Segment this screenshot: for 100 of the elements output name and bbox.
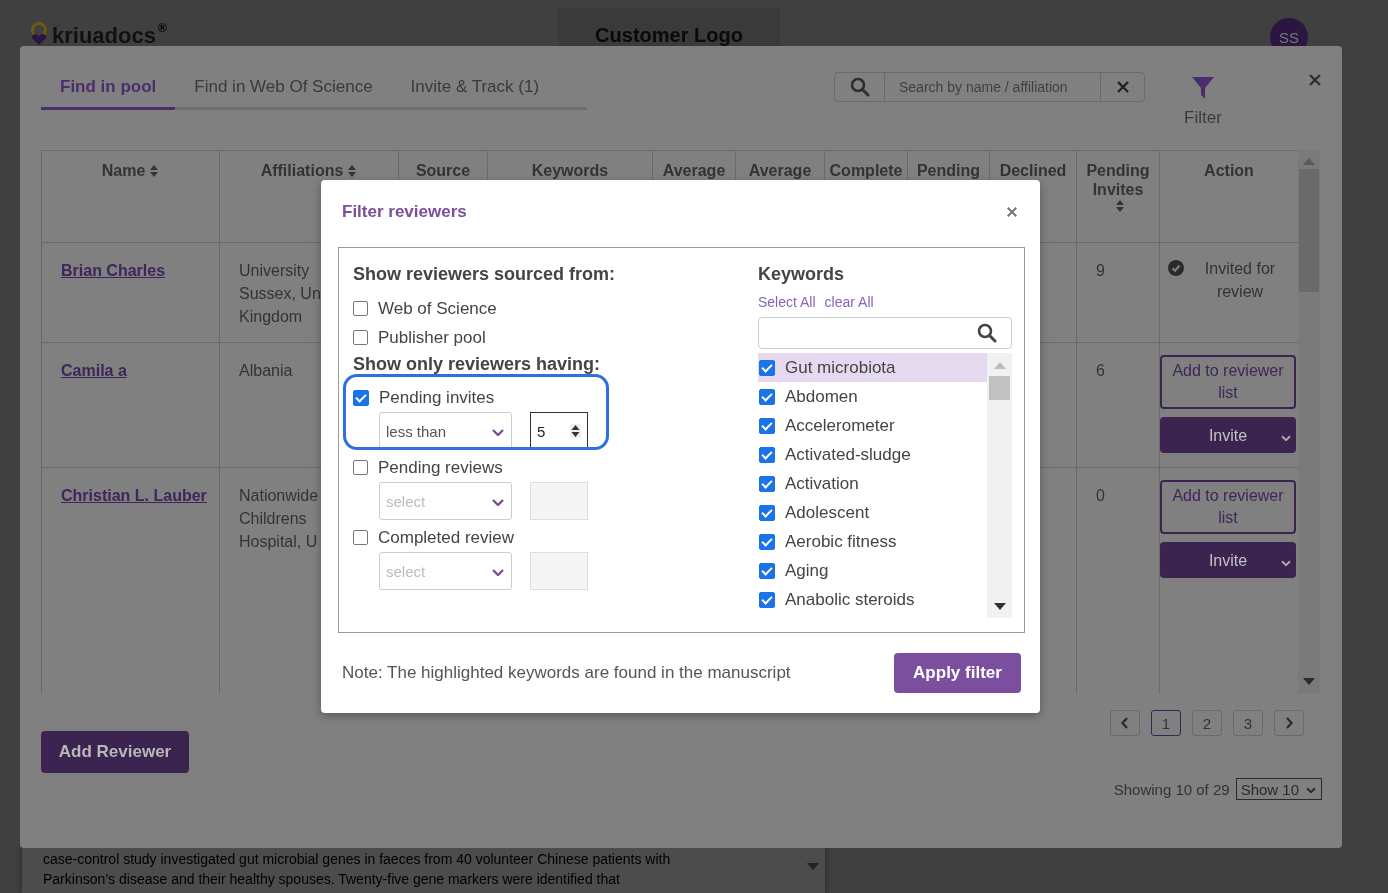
- chevron-down-icon[interactable]: [491, 566, 505, 576]
- close-icon[interactable]: [1006, 205, 1018, 218]
- checkbox[interactable]: [759, 446, 775, 463]
- logo-icon: [28, 22, 50, 46]
- checkbox[interactable]: [759, 359, 775, 376]
- caret-icon[interactable]: [1280, 558, 1292, 566]
- next-page-button[interactable]: [1274, 710, 1304, 736]
- reviewer-name-link[interactable]: Brian Charles: [61, 262, 166, 279]
- reviewer-name-link[interactable]: Christian L. Lauber: [61, 487, 207, 504]
- checkbox[interactable]: [353, 530, 368, 545]
- clear-all-link[interactable]: clear All: [824, 294, 874, 310]
- checkbox[interactable]: [759, 562, 775, 579]
- keyword-label[interactable]: Adolescent: [785, 502, 870, 523]
- chevron-down-icon[interactable]: [491, 496, 505, 506]
- checkbox[interactable]: [759, 504, 775, 521]
- chevron-down-icon[interactable]: [491, 426, 505, 436]
- tab[interactable]: Find in Web Of Science: [175, 76, 392, 110]
- count-field[interactable]: [530, 482, 588, 520]
- column-header-text[interactable]: Declined: [999, 161, 1067, 180]
- spinner-icon[interactable]: [570, 424, 581, 438]
- checkbox-label[interactable]: Web of Science: [378, 298, 497, 319]
- column-header-text[interactable]: Pending Invites: [1081, 161, 1155, 199]
- search-input[interactable]: Search by name / affiliation: [885, 73, 1100, 101]
- highlighted-keyword-row[interactable]: Gut microbiota: [758, 353, 987, 382]
- filter-icon[interactable]: [1191, 76, 1215, 100]
- add-to-list-button[interactable]: Add to reviewer list: [1160, 355, 1296, 409]
- previous-page-button[interactable]: [1110, 710, 1140, 736]
- reviewer-name-link[interactable]: Camila a: [61, 362, 127, 379]
- column-header-text[interactable]: Keywords: [531, 161, 609, 180]
- select-all-link[interactable]: Select All: [758, 294, 816, 310]
- operator-select[interactable]: less than: [379, 412, 512, 450]
- page-button[interactable]: 1: [1151, 710, 1181, 736]
- column-header-text[interactable]: Complete: [829, 161, 903, 180]
- column-header-text[interactable]: Source: [415, 161, 471, 180]
- checkbox[interactable]: [353, 330, 368, 345]
- keyword-label[interactable]: Activated-sludge: [785, 444, 911, 465]
- affiliation-text: Sussex, Un: [239, 284, 321, 304]
- operator-select[interactable]: select: [379, 552, 512, 590]
- tab[interactable]: Find in pool: [41, 76, 176, 110]
- affiliation-text: University: [239, 261, 310, 281]
- column-header-text[interactable]: Affiliations: [260, 161, 344, 180]
- operator-select[interactable]: select: [379, 482, 512, 520]
- keyword-label[interactable]: Aging: [785, 560, 829, 581]
- checkbox[interactable]: [759, 591, 775, 608]
- search-field[interactable]: Search by name / affiliation: [834, 72, 1145, 102]
- keyword-label[interactable]: Gut microbiota: [785, 357, 896, 378]
- check-circle-icon: [1168, 260, 1184, 276]
- keyword-search-field[interactable]: [758, 317, 1012, 349]
- chevron-down-icon[interactable]: [1305, 785, 1317, 793]
- sort-icon[interactable]: [1115, 199, 1125, 213]
- checkbox[interactable]: [759, 388, 775, 405]
- checkbox[interactable]: [353, 301, 368, 316]
- note-text: Note: The highlighted keywords are found in the manuscript: [342, 663, 791, 683]
- add-to-list-button[interactable]: Add to reviewer list: [1160, 480, 1296, 534]
- page-button[interactable]: 3: [1233, 710, 1263, 736]
- add-reviewer-button[interactable]: Add Reviewer: [41, 731, 189, 773]
- checkbox[interactable]: [353, 460, 368, 475]
- sort-icon[interactable]: [149, 163, 160, 178]
- invite-button[interactable]: Invite: [1160, 417, 1296, 453]
- column-header-text[interactable]: Action: [1204, 161, 1254, 180]
- chevron-right-icon[interactable]: [1285, 717, 1293, 729]
- checkbox-label[interactable]: Completed review: [378, 527, 515, 548]
- tab[interactable]: Invite & Track (1): [391, 76, 559, 110]
- checkbox-label[interactable]: Pending reviews: [378, 457, 503, 478]
- affiliation-text: Albania: [239, 361, 293, 381]
- search-icon[interactable]: [977, 323, 997, 343]
- apply-filter-button[interactable]: Apply filter: [894, 653, 1021, 693]
- invited-status-text: Invited for review: [1203, 259, 1277, 302]
- checkbox[interactable]: [759, 533, 775, 550]
- invite-button[interactable]: Invite: [1160, 542, 1296, 578]
- showing-count-text: Showing 10 of 29: [1113, 780, 1230, 798]
- keyword-label[interactable]: Abdomen: [785, 386, 858, 407]
- close-icon[interactable]: [1308, 73, 1322, 87]
- checkbox[interactable]: [759, 417, 775, 434]
- filter-label[interactable]: Filter: [1184, 108, 1222, 128]
- keyword-label[interactable]: Aerobic fitness: [785, 531, 897, 552]
- checkbox-label[interactable]: Pending invites: [379, 387, 495, 408]
- checkbox[interactable]: [759, 475, 775, 492]
- keyword-label[interactable]: Accelerometer: [785, 415, 895, 436]
- keyword-label[interactable]: Anabolic steroids: [785, 589, 915, 610]
- scrollbar[interactable]: [987, 353, 1012, 618]
- checkbox-label[interactable]: Publisher pool: [378, 327, 486, 348]
- count-field[interactable]: 5: [530, 412, 588, 450]
- column-header-text[interactable]: Pending: [916, 161, 981, 180]
- scroll-down-icon[interactable]: [993, 603, 1006, 610]
- keyword-label[interactable]: Activation: [785, 473, 859, 494]
- page-size-select[interactable]: Show 10: [1235, 778, 1322, 800]
- count-field[interactable]: [530, 552, 588, 590]
- column-header-text[interactable]: Average: [748, 161, 812, 180]
- chevron-left-icon[interactable]: [1121, 717, 1129, 729]
- scrollbar[interactable]: [1298, 150, 1320, 693]
- section-heading: Show only reviewers having:: [353, 353, 602, 376]
- checkbox[interactable]: [353, 389, 369, 406]
- caret-icon[interactable]: [1280, 433, 1292, 441]
- scrollbar-thumb[interactable]: [989, 376, 1010, 400]
- sort-icon[interactable]: [347, 163, 358, 178]
- page-button[interactable]: 2: [1192, 710, 1222, 736]
- column-header-text[interactable]: Average: [662, 161, 726, 180]
- column-header-text[interactable]: Name: [101, 161, 146, 180]
- clear-icon[interactable]: [1115, 80, 1130, 94]
